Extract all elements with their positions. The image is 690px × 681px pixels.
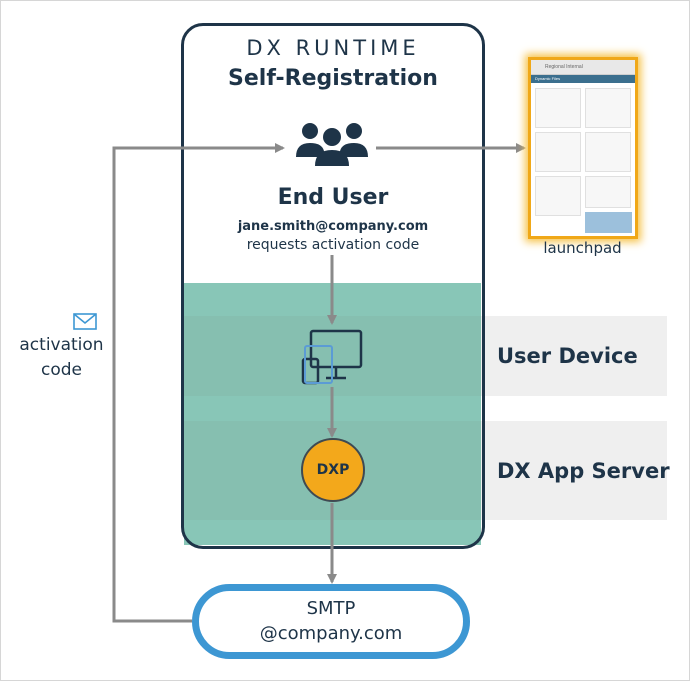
launchpad-thumbnail: Regional Internal Dynamic Files <box>528 57 638 239</box>
launchpad-tile <box>535 132 581 172</box>
activation-line2: code <box>41 360 82 380</box>
smtp-domain: @company.com <box>259 623 403 644</box>
activation-loop-arrow <box>112 143 285 623</box>
activation-code-label: activation code <box>14 333 109 383</box>
dxp-node: DXP <box>301 438 365 502</box>
users-icon <box>296 123 368 166</box>
smtp-node: SMTP @company.com <box>192 584 470 659</box>
launchpad-subheader: Dynamic Files <box>531 75 635 83</box>
launchpad-tile <box>585 176 631 208</box>
envelope-icon <box>73 313 97 330</box>
launchpad-tile <box>535 88 581 128</box>
activation-line1: activation <box>19 335 104 355</box>
launchpad-tile <box>535 176 581 216</box>
device-icon <box>301 329 363 385</box>
launchpad-footer-tile <box>585 212 632 233</box>
smtp-label: SMTP <box>306 598 356 619</box>
launchpad-label: launchpad <box>543 239 622 257</box>
launchpad-header: Regional Internal <box>531 60 635 75</box>
launchpad-tile <box>585 88 631 128</box>
launchpad-tile <box>585 132 631 172</box>
